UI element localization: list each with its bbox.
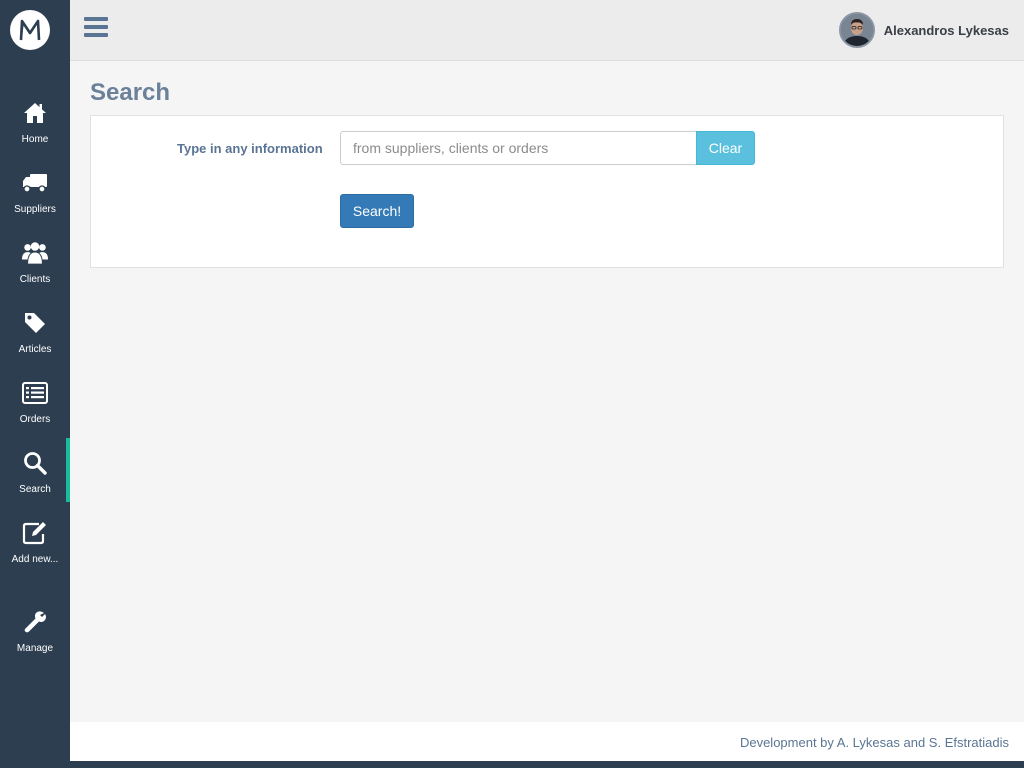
clear-button[interactable]: Clear <box>696 131 755 165</box>
sidebar-item-articles[interactable]: Articles <box>0 306 70 370</box>
search-submit-button[interactable]: Search! <box>340 194 414 228</box>
search-input[interactable] <box>340 131 696 165</box>
sidebar-item-orders[interactable]: Orders <box>0 376 70 440</box>
tag-icon <box>22 310 48 336</box>
footer: Development by A. Lykesas and S. Efstrat… <box>70 722 1024 761</box>
page-title: Search <box>90 79 171 106</box>
sidebar-item-label: Suppliers <box>14 204 56 215</box>
sidebar-item-add-new[interactable]: Add new... <box>0 516 70 580</box>
search-panel: Type in any information Clear Search! <box>90 115 1004 268</box>
sidebar-item-label: Home <box>21 134 49 145</box>
sidebar: Home Suppliers Clients Articles Orders S… <box>0 0 70 768</box>
users-icon <box>22 240 48 266</box>
app-logo[interactable] <box>10 10 50 50</box>
sidebar-item-label: Clients <box>19 274 51 285</box>
sidebar-item-suppliers[interactable]: Suppliers <box>0 166 70 230</box>
list-icon <box>22 380 48 406</box>
sidebar-item-label: Orders <box>19 414 51 425</box>
sidebar-item-label: Manage <box>16 643 54 654</box>
top-header: Alexandros Lykesas <box>70 0 1024 61</box>
sidebar-item-label: Add new... <box>11 554 59 565</box>
edit-icon <box>22 520 48 546</box>
sidebar-item-label: Search <box>19 484 51 495</box>
sidebar-item-home[interactable]: Home <box>0 96 70 160</box>
sidebar-item-search[interactable]: Search <box>0 438 70 510</box>
sidebar-item-clients[interactable]: Clients <box>0 236 70 300</box>
hamburger-icon[interactable] <box>84 17 108 39</box>
sidebar-item-label: Articles <box>18 344 52 355</box>
footer-credit: Development by A. Lykesas and S. Efstrat… <box>739 735 1009 750</box>
main-content: Search Type in any information Clear Sea… <box>70 61 1024 722</box>
user-menu[interactable]: Alexandros Lykesas <box>838 12 1009 48</box>
truck-icon <box>22 170 48 196</box>
search-icon <box>22 450 48 476</box>
sidebar-item-manage[interactable]: Manage <box>0 605 70 669</box>
avatar <box>838 12 875 48</box>
search-field-label: Type in any information <box>177 141 323 156</box>
wrench-icon <box>22 609 48 635</box>
user-name: Alexandros Lykesas <box>883 22 1009 38</box>
home-icon <box>22 100 48 126</box>
